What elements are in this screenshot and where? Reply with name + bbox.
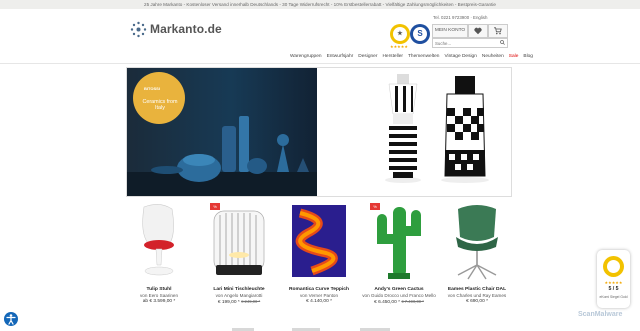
- product-designer: von Verner Panton: [299, 293, 339, 298]
- promo-bar: 25 Jahre Markanto - Kostenloser Versand …: [0, 0, 640, 9]
- logo-text: Markanto.de: [150, 22, 222, 36]
- nav-item-blog[interactable]: Blog: [523, 54, 533, 59]
- accessibility-icon: [6, 314, 16, 325]
- product-name[interactable]: Tulip Stuhl: [120, 287, 198, 292]
- nav-item-entwurfsjahr[interactable]: Entwurfsjahr: [327, 54, 354, 59]
- nav-divider: [0, 63, 640, 64]
- product-name[interactable]: Lari Mini Tischleuchte: [200, 287, 278, 292]
- trust-stars: ★★★★★: [604, 280, 623, 285]
- cart-icon: [494, 27, 502, 35]
- hero-promo-badge: BITOSSI Ceramics from Italy: [133, 72, 185, 124]
- contact-info[interactable]: Tel. 0221 9723900 · English: [433, 15, 487, 20]
- search-icon[interactable]: [500, 40, 505, 45]
- award-stars: ★★★★★: [390, 44, 408, 49]
- trust-score: 5 / 5: [608, 286, 619, 292]
- product-price: ab € 3.599,00 *: [118, 299, 200, 304]
- product-price: € 690,00 *: [436, 299, 518, 304]
- hero-vases-image: [317, 68, 511, 196]
- product-name[interactable]: Andy's Green Cactus: [360, 287, 438, 292]
- shop-award-badge[interactable]: ★: [390, 24, 410, 44]
- product-image-green-cactus[interactable]: [366, 203, 432, 281]
- nav-item-warengruppen[interactable]: Warengruppen: [290, 54, 322, 59]
- product-image-eames-chair[interactable]: [444, 203, 510, 281]
- nav-item-designer[interactable]: Designer: [358, 54, 377, 59]
- nav-item-themenwelten[interactable]: Themenwelten: [408, 54, 439, 59]
- product-name[interactable]: Eames Plastic Chair DAL: [438, 287, 516, 292]
- hero-brand: BITOSSI: [144, 86, 160, 91]
- award-star-icon: ★: [393, 27, 407, 41]
- sale-badge: %: [370, 203, 380, 210]
- product-image-tulip-chair[interactable]: [126, 203, 192, 281]
- heart-icon: [474, 27, 482, 35]
- product-name[interactable]: Romantica Curve Teppich: [280, 287, 358, 292]
- trust-label: eKomi Siegel Gold: [599, 295, 628, 299]
- nav-item-neuheiten[interactable]: Neuheiten: [482, 54, 504, 59]
- price-current: ab € 3.599,00 *: [142, 299, 176, 304]
- striped-vase-left: [388, 74, 418, 178]
- price-current: € 6.450,00 *: [374, 300, 400, 305]
- price-old: € 7.490,00 *: [401, 299, 424, 304]
- price-current: € 199,00 *: [217, 300, 240, 305]
- hero-claim: Ceramics from Italy: [142, 99, 178, 111]
- price-current: € 690,00 *: [466, 299, 488, 304]
- product-designer: von Guido Drocco und Franco Mello: [362, 293, 436, 298]
- price-old: € 249,00 *: [241, 299, 261, 304]
- product-price: € 6.450,00 * € 7.490,00 *: [358, 299, 440, 305]
- product-price: € 199,00 * € 249,00 *: [198, 299, 280, 305]
- product-image-romantica-rug[interactable]: [286, 203, 352, 281]
- wishlist-button[interactable]: [468, 24, 488, 38]
- nav-item-vintage-design[interactable]: Vintage Design: [444, 54, 476, 59]
- product-designer: von Eero Saarinen: [139, 293, 179, 298]
- main-nav: Warengruppen Entwurfsjahr Designer Herst…: [290, 54, 533, 59]
- cart-button[interactable]: [488, 24, 508, 38]
- account-button[interactable]: MEIN KONTO: [432, 24, 468, 38]
- nav-item-hersteller[interactable]: Hersteller: [382, 54, 403, 59]
- search-input[interactable]: [433, 39, 497, 47]
- promo-bar-text: 25 Jahre Markanto - Kostenloser Versand …: [144, 2, 496, 7]
- accessibility-button[interactable]: [4, 312, 18, 326]
- product-price: € 4.140,00 *: [278, 299, 360, 304]
- site-logo[interactable]: Markanto.de: [130, 18, 222, 40]
- nav-item-sale[interactable]: Sale: [509, 54, 519, 59]
- logo-dots-icon: [130, 21, 147, 38]
- hero-banner[interactable]: BITOSSI Ceramics from Italy: [126, 67, 512, 197]
- product-image-lari-lamp[interactable]: [206, 203, 272, 281]
- product-designer: von Angelo Mangiarotti: [215, 293, 263, 298]
- watermark: ScanMalware: [578, 311, 623, 318]
- trusted-shop-badge[interactable]: S: [410, 24, 430, 44]
- sale-badge: %: [210, 203, 220, 210]
- trust-widget[interactable]: ★★★★★ 5 / 5 eKomi Siegel Gold: [597, 250, 630, 308]
- hero-ceramics-image: BITOSSI Ceramics from Italy: [127, 68, 317, 196]
- price-current: € 4.140,00 *: [306, 299, 332, 304]
- product-designer: von Charles und Ray Eames: [447, 293, 507, 298]
- checkered-vase-right: [444, 76, 486, 177]
- search-box[interactable]: [432, 38, 508, 48]
- seal-icon: [603, 256, 624, 277]
- trusted-shop-icon: S: [413, 27, 427, 41]
